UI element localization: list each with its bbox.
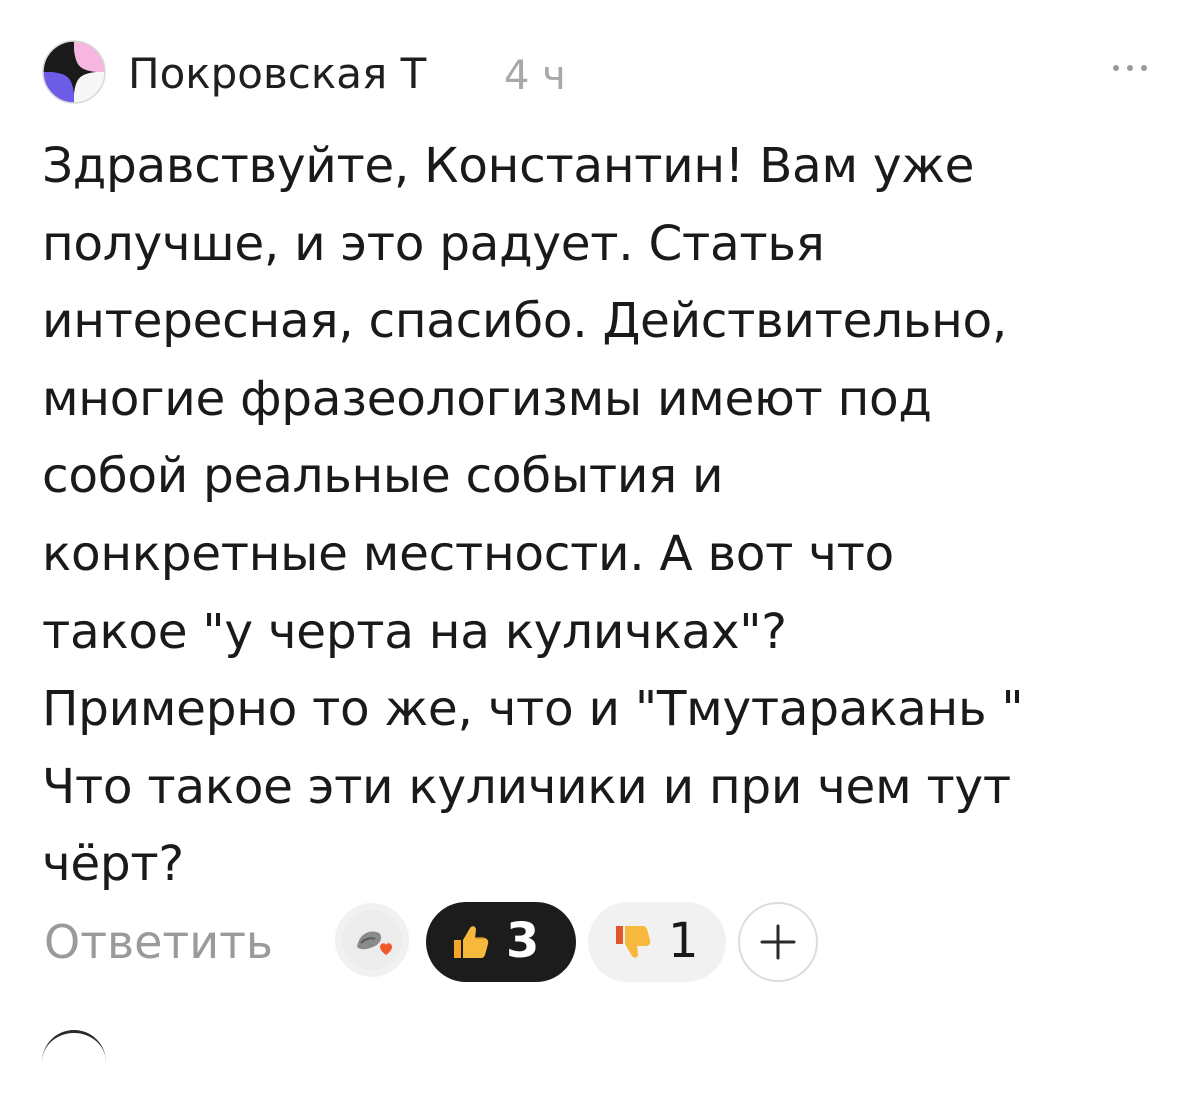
reactor-avatar-heart-icon	[342, 910, 402, 970]
comment-header: Покровская Т 4 ч	[42, 40, 1152, 108]
next-comment-avatar	[42, 1030, 106, 1094]
plus-icon	[760, 924, 796, 960]
more-dots-icon[interactable]	[1108, 56, 1152, 80]
dislike-button[interactable]: 1	[588, 902, 726, 982]
reply-button[interactable]: Ответить	[44, 914, 273, 970]
author-name[interactable]: Покровская Т	[128, 48, 426, 100]
star-avatar-icon[interactable]	[42, 40, 106, 104]
comment: Покровская Т 4 ч Здравствуйте, Константи…	[0, 0, 1200, 1043]
thumbs-up-icon	[454, 926, 489, 958]
reactor-avatar[interactable]	[332, 900, 412, 980]
comment-footer: Ответить 3 1	[42, 900, 1152, 988]
thumbs-down-icon	[616, 926, 651, 958]
dislike-count: 1	[668, 913, 699, 969]
comment-time: 4 ч	[504, 53, 566, 99]
add-reaction-button[interactable]	[738, 902, 818, 982]
comment-text: Здравствуйте, Константин! Вам уже получш…	[42, 138, 1024, 893]
like-button[interactable]: 3	[426, 902, 576, 982]
like-count: 3	[506, 913, 540, 969]
